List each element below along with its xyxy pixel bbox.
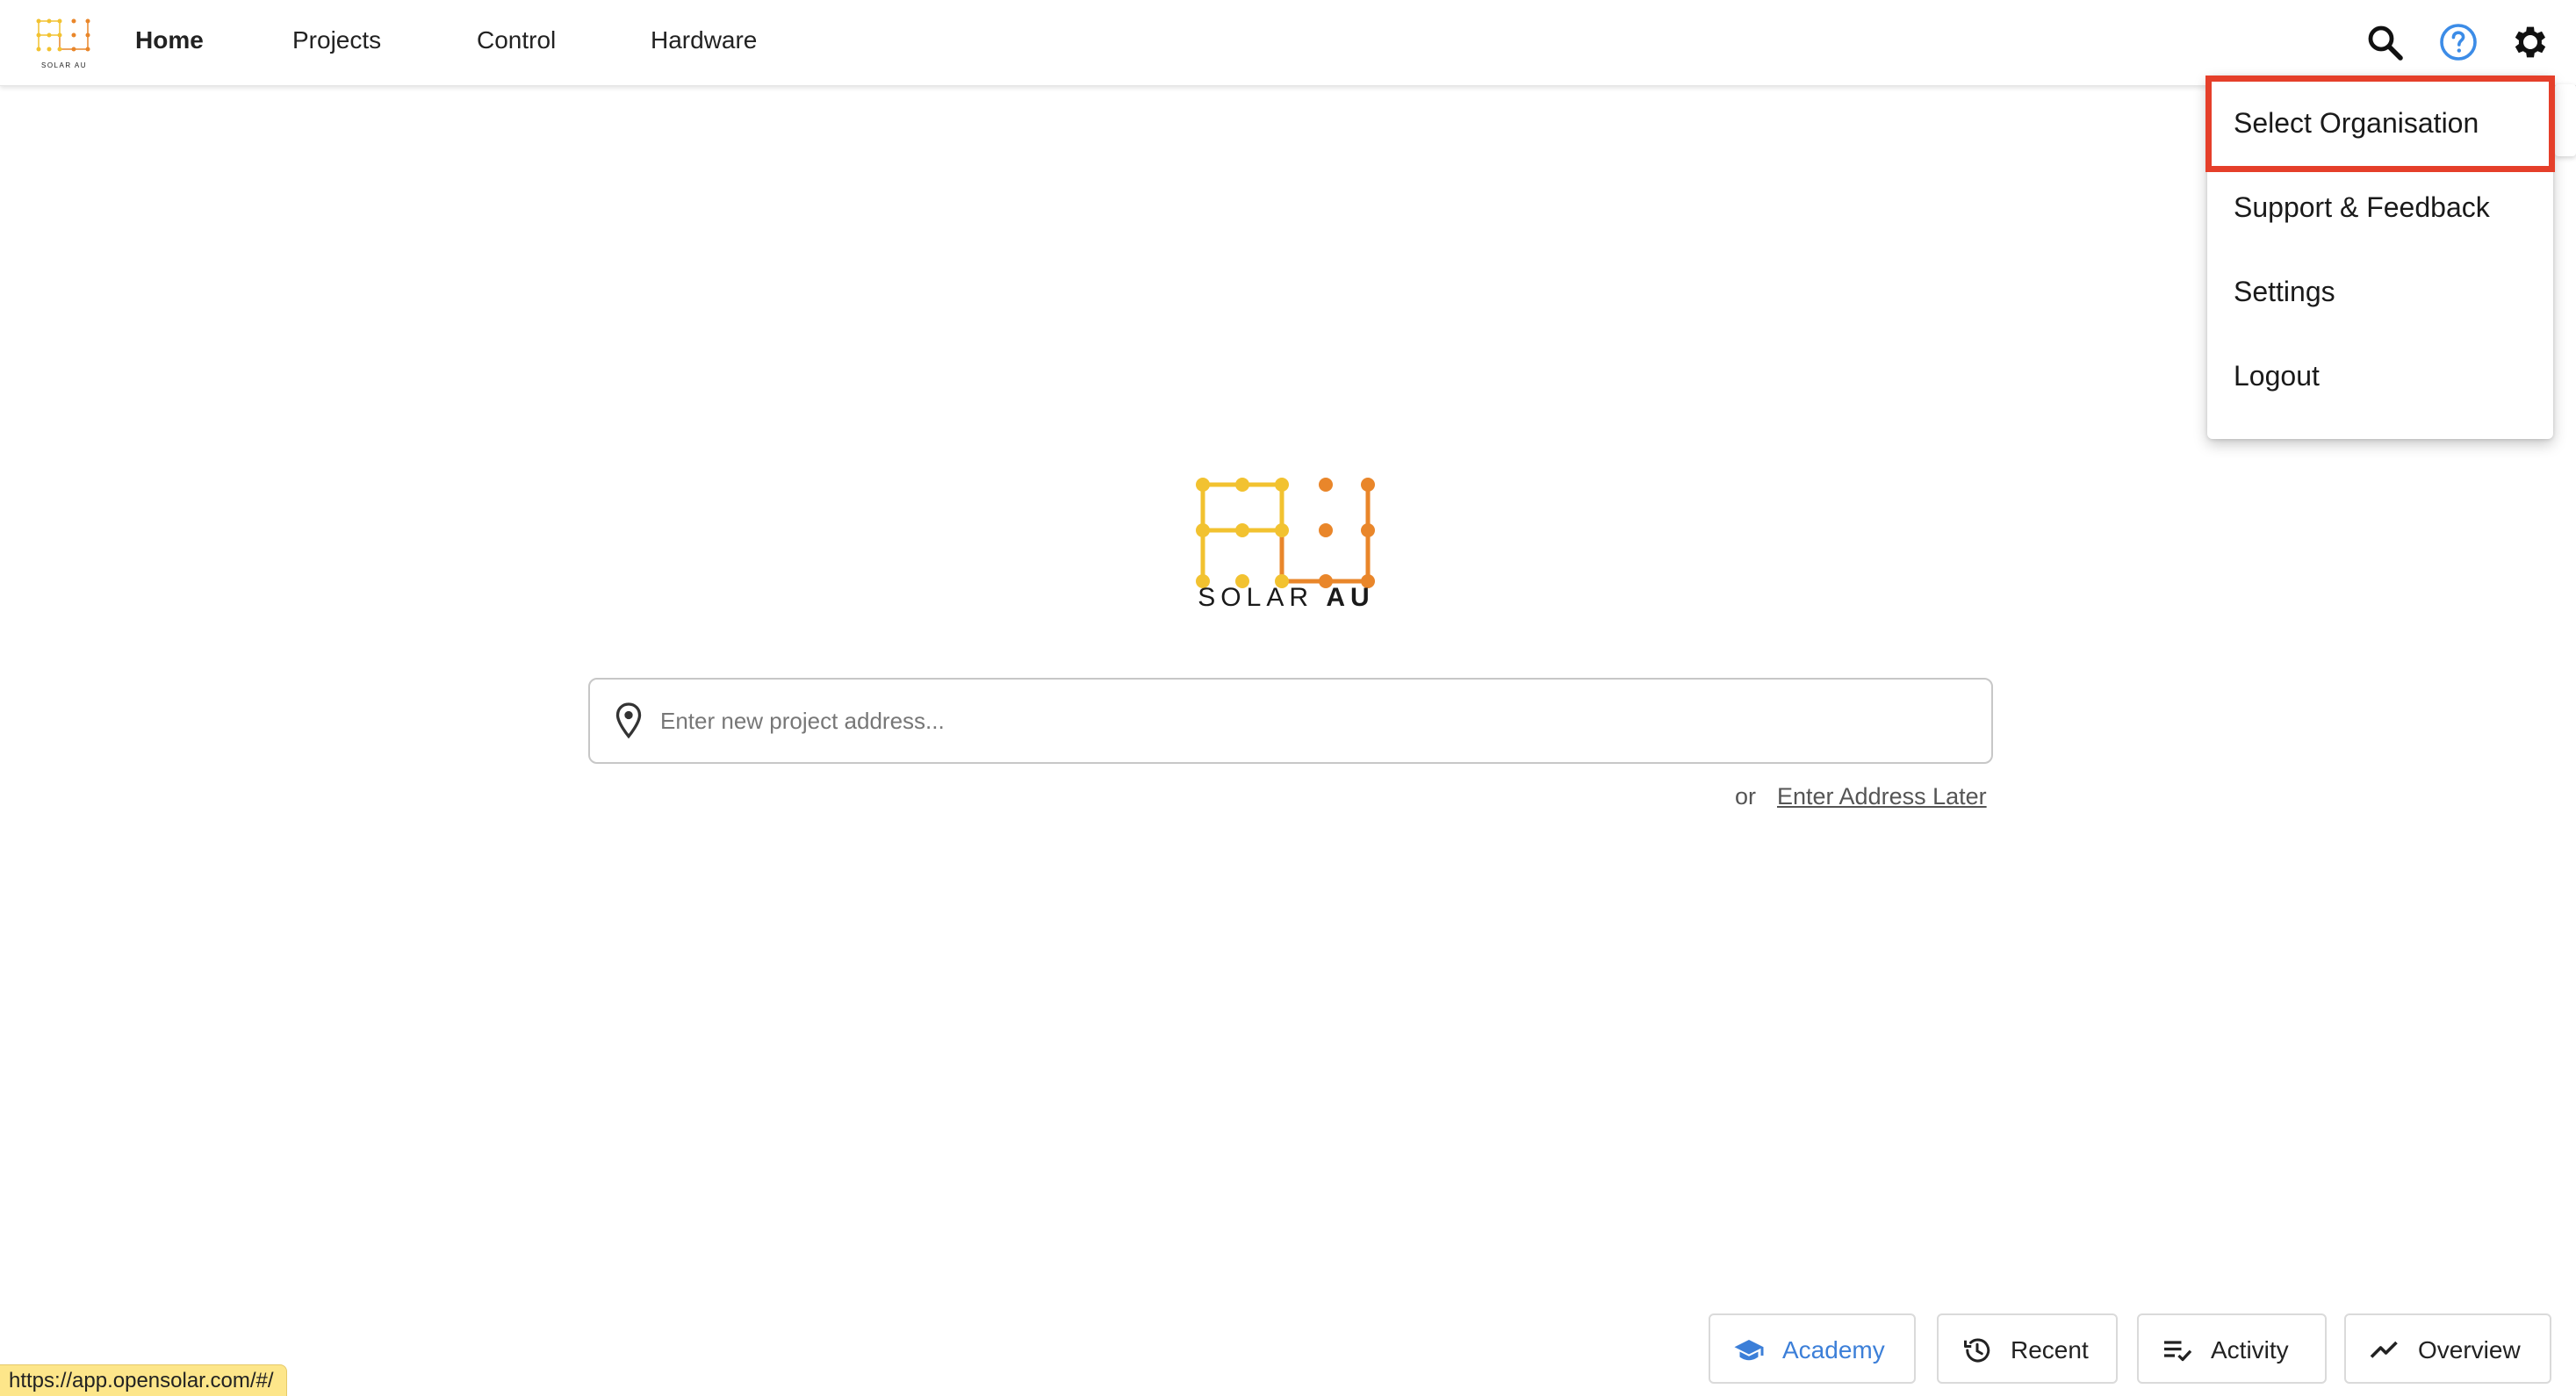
nav-home[interactable]: Home [135,26,204,54]
address-input[interactable] [660,692,1960,750]
recent-label: Recent [2011,1336,2089,1364]
help-button[interactable] [2437,21,2479,63]
center-logo-text: SOLAR AU [1194,583,1378,613]
logo-text-bold: AU [1326,583,1375,612]
recent-button[interactable]: Recent [1937,1313,2118,1384]
activity-button[interactable]: Activity [2137,1313,2327,1384]
search-icon [2368,25,2403,61]
menu-edge-shadow [2555,84,2576,156]
help-icon [2440,24,2477,61]
overview-label: Overview [2418,1336,2521,1364]
address-search-box[interactable] [588,678,1993,764]
settings-button[interactable] [2509,21,2551,63]
settings-dropdown-menu: Select Organisation Support & Feedback S… [2207,76,2553,439]
enter-address-later-link[interactable]: Enter Address Later [1777,783,1987,810]
search-button[interactable] [2364,21,2406,63]
menu-item-settings[interactable]: Settings [2207,253,2553,330]
history-icon [1964,1338,1990,1363]
map-pin-icon [615,702,642,739]
activity-label: Activity [2211,1336,2289,1364]
academy-button[interactable]: Academy [1709,1313,1916,1384]
solar-au-logo-icon [36,18,90,52]
nav-projects[interactable]: Projects [292,26,381,54]
menu-item-logout[interactable]: Logout [2207,337,2553,414]
menu-item-support-feedback[interactable]: Support & Feedback [2207,169,2553,246]
brand-logo[interactable]: SOLAR AU [33,16,95,69]
nav-control[interactable]: Control [477,26,556,54]
or-text: or [1735,783,1757,810]
brand-logo-text: SOLAR AU [40,61,87,69]
menu-item-select-organisation[interactable]: Select Organisation [2207,84,2553,162]
status-bar-url: https://app.opensolar.com/#/ [0,1364,287,1396]
nav-hardware[interactable]: Hardware [651,26,757,54]
logo-text-light: SOLAR [1198,583,1327,612]
page: SOLAR AU Home Projects Control Hardware [0,0,2576,1396]
overview-button[interactable]: Overview [2344,1313,2551,1384]
trending-up-icon [2370,1341,2398,1358]
gear-icon [2515,26,2546,58]
top-app-bar: SOLAR AU Home Projects Control Hardware [0,0,2576,86]
playlist-check-icon [2164,1341,2192,1362]
graduation-cap-icon [1734,1340,1764,1361]
academy-label: Academy [1782,1336,1885,1364]
